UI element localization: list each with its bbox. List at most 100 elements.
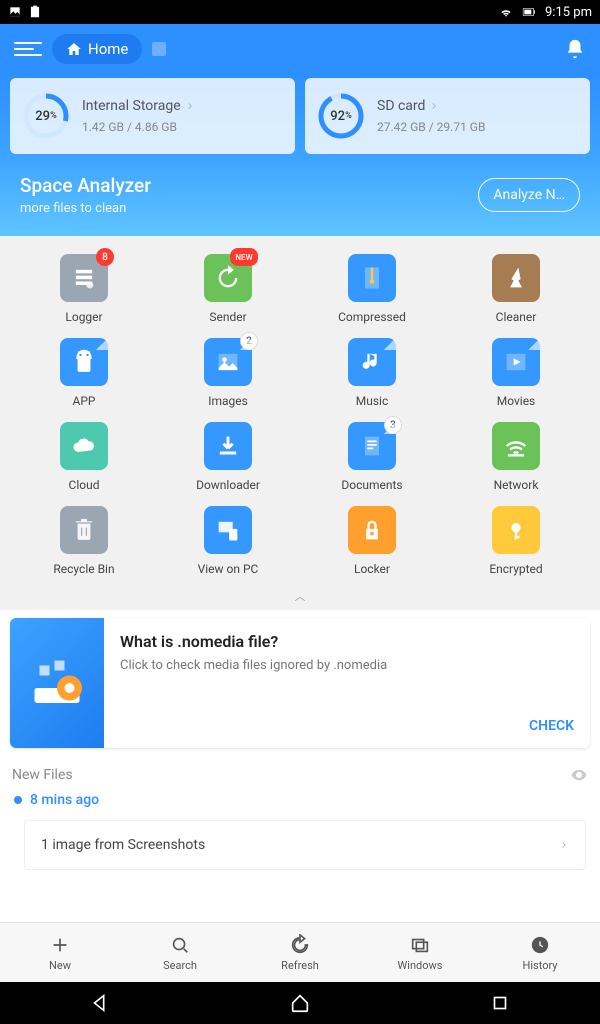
promo-description: Click to check media files ignored by .n… xyxy=(120,657,574,675)
refresh-icon xyxy=(289,934,311,956)
tile-downloader[interactable]: Downloader xyxy=(160,422,296,492)
toolbar-label: Refresh xyxy=(281,959,319,972)
storage-ring: 92% xyxy=(317,92,365,140)
toolbar-label: Windows xyxy=(398,959,443,972)
promo-card[interactable]: What is .nomedia file? Click to check me… xyxy=(10,618,590,748)
badge: 3 xyxy=(384,416,402,434)
tile-label: Recycle Bin xyxy=(53,562,114,576)
category-grid: 8 Logger NEW Sender Compressed Cleaner A… xyxy=(0,236,600,582)
tile-label: Encrypted xyxy=(489,562,542,576)
file-item[interactable]: 1 image from Screenshots xyxy=(24,820,586,870)
analyze-button[interactable]: Analyze N… xyxy=(478,178,580,212)
tile-view-on-pc[interactable]: View on PC xyxy=(160,506,296,576)
cloud-icon xyxy=(60,422,108,470)
storage-name: SD card xyxy=(377,98,578,114)
doc-icon: 3 xyxy=(348,422,396,470)
analyzer-title: Space Analyzer xyxy=(20,174,151,197)
zip-icon xyxy=(348,254,396,302)
tile-images[interactable]: 2 Images xyxy=(160,338,296,408)
storage-row: 29% Internal Storage 1.42 GB / 4.86 GB 9… xyxy=(0,74,600,154)
tile-documents[interactable]: 3 Documents xyxy=(304,422,440,492)
tile-sender[interactable]: NEW Sender xyxy=(160,254,296,324)
storage-card-1[interactable]: 92% SD card 27.42 GB / 29.71 GB xyxy=(305,78,590,154)
broom-icon xyxy=(492,254,540,302)
toolbar-windows[interactable]: Windows xyxy=(360,923,480,982)
trash-icon xyxy=(60,506,108,554)
notifications-icon[interactable] xyxy=(564,38,586,60)
tile-label: Cloud xyxy=(69,478,100,492)
storage-card-0[interactable]: 29% Internal Storage 1.42 GB / 4.86 GB xyxy=(10,78,295,154)
home-button[interactable] xyxy=(289,992,311,1014)
tile-locker[interactable]: Locker xyxy=(304,506,440,576)
toolbar-new[interactable]: New xyxy=(0,923,120,982)
movie-icon xyxy=(492,338,540,386)
tile-encrypted[interactable]: Encrypted xyxy=(448,506,584,576)
lock-icon xyxy=(348,506,396,554)
screenshot-icon xyxy=(8,5,22,19)
battery-icon xyxy=(519,5,539,19)
wifi-icon xyxy=(492,422,540,470)
tile-label: Compressed xyxy=(338,310,406,324)
status-bar: 9:15 pm xyxy=(0,0,600,24)
clock-icon xyxy=(529,934,551,956)
home-icon xyxy=(66,41,82,57)
tile-logger[interactable]: 8 Logger xyxy=(16,254,152,324)
toolbar-history[interactable]: History xyxy=(480,923,600,982)
storage-name: Internal Storage xyxy=(82,98,283,114)
new-files-header: New Files xyxy=(0,756,600,788)
app-header: Home xyxy=(0,24,600,74)
time-dot xyxy=(14,796,22,804)
home-tab[interactable]: Home xyxy=(52,34,142,64)
tile-label: Locker xyxy=(354,562,390,576)
visibility-icon[interactable] xyxy=(570,766,588,784)
promo-image xyxy=(10,618,104,748)
key-icon xyxy=(492,506,540,554)
promo-action[interactable]: CHECK xyxy=(120,718,574,734)
tile-cleaner[interactable]: Cleaner xyxy=(448,254,584,324)
tile-label: View on PC xyxy=(198,562,259,576)
chevron-right-icon xyxy=(185,101,195,111)
badge: 8 xyxy=(96,248,114,266)
download-icon xyxy=(204,422,252,470)
wifi-icon xyxy=(499,5,513,19)
system-navbar xyxy=(0,982,600,1024)
home-label: Home xyxy=(88,40,128,58)
tile-label: Movies xyxy=(497,394,536,408)
tile-label: APP xyxy=(73,394,96,408)
tile-label: Logger xyxy=(65,310,102,324)
stack-icon: 8 xyxy=(60,254,108,302)
status-time: 9:15 pm xyxy=(545,5,592,20)
chevron-right-icon xyxy=(559,840,569,850)
tile-network[interactable]: Network xyxy=(448,422,584,492)
windows-icon xyxy=(409,934,431,956)
storage-size: 27.42 GB / 29.71 GB xyxy=(377,120,578,134)
plus-icon xyxy=(49,934,71,956)
analyzer-subtitle: more files to clean xyxy=(20,201,151,216)
storage-ring: 29% xyxy=(22,92,70,140)
tile-music[interactable]: Music xyxy=(304,338,440,408)
tile-compressed[interactable]: Compressed xyxy=(304,254,440,324)
image-icon: 2 xyxy=(204,338,252,386)
toolbar-label: Search xyxy=(163,959,197,972)
menu-button[interactable] xyxy=(14,35,42,63)
tile-cloud[interactable]: Cloud xyxy=(16,422,152,492)
new-files-label: New Files xyxy=(12,767,73,783)
tile-label: Images xyxy=(208,394,248,408)
toolbar-refresh[interactable]: Refresh xyxy=(240,923,360,982)
tile-label: Sender xyxy=(209,310,246,324)
toolbar-label: History xyxy=(523,959,558,972)
badge: NEW xyxy=(230,248,258,266)
refresh-icon: NEW xyxy=(204,254,252,302)
tile-label: Documents xyxy=(341,478,402,492)
recents-button[interactable] xyxy=(489,992,511,1014)
tab-placeholder[interactable] xyxy=(152,42,166,56)
back-button[interactable] xyxy=(89,992,111,1014)
toolbar-search[interactable]: Search xyxy=(120,923,240,982)
tile-app[interactable]: APP xyxy=(16,338,152,408)
tile-recycle-bin[interactable]: Recycle Bin xyxy=(16,506,152,576)
tile-movies[interactable]: Movies xyxy=(448,338,584,408)
collapse-toggle[interactable]: ︿ xyxy=(0,582,600,610)
promo-title: What is .nomedia file? xyxy=(120,632,574,651)
tile-label: Downloader xyxy=(196,478,260,492)
clipboard-icon xyxy=(28,5,42,19)
